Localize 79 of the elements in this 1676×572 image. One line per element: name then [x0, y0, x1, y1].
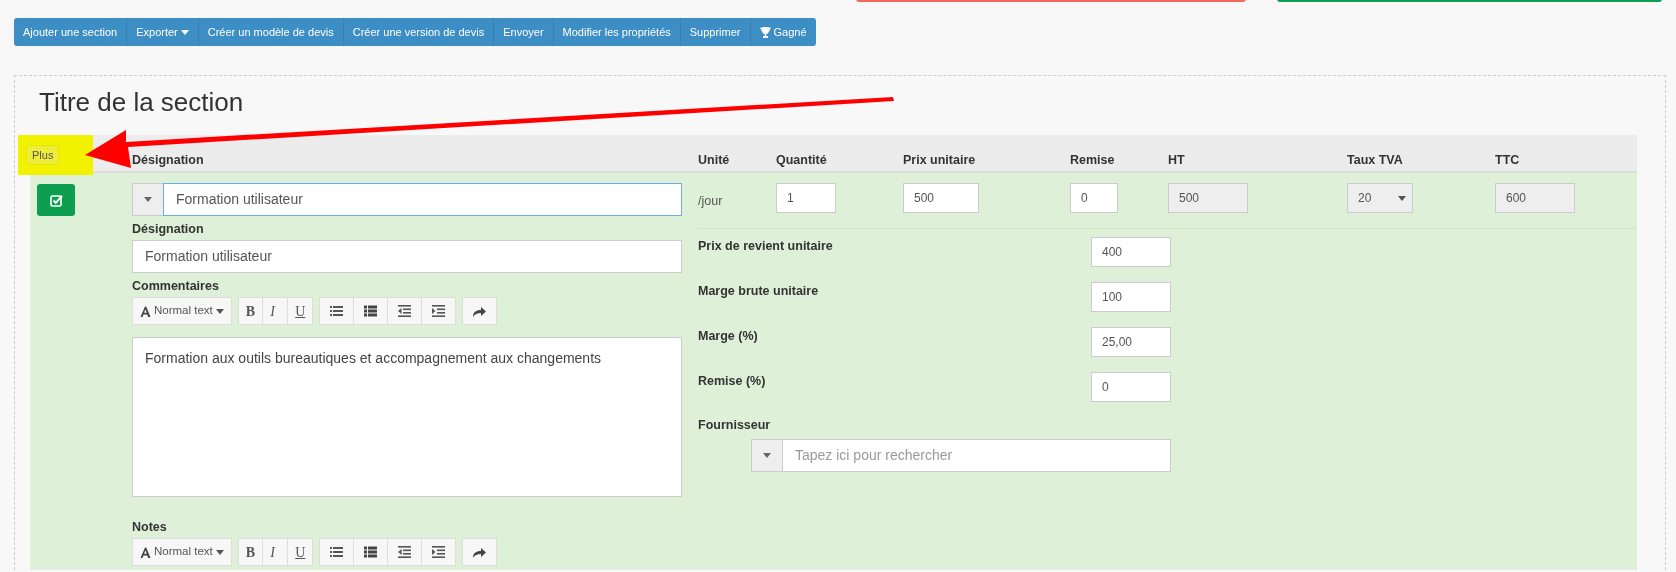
format-button[interactable]: I	[263, 538, 289, 566]
bulleted-list-icon	[364, 305, 378, 317]
toolbar-button[interactable]: Créer une version de devis	[343, 18, 495, 46]
list-icon	[330, 305, 344, 317]
list-icon	[330, 546, 344, 558]
toolbar-icon-button[interactable]	[388, 538, 423, 566]
field-label: Marge (%)	[698, 328, 759, 345]
toolbar-button[interactable]: Modifier les propriétés	[553, 18, 681, 46]
column-header: Taux TVA	[1347, 152, 1404, 170]
more-button[interactable]: Plus	[26, 144, 60, 166]
bulleted-list-icon	[364, 546, 378, 558]
toolbar-button[interactable]: Exporter	[127, 18, 199, 46]
toolbar-icon-button[interactable]	[462, 297, 498, 325]
toolbar-icon-button[interactable]	[388, 297, 423, 325]
caret-icon	[144, 197, 152, 202]
unit-price-field[interactable]: 500	[903, 183, 979, 213]
text-style-dropdown[interactable]: Normal text	[132, 297, 232, 325]
format-button[interactable]: I	[263, 297, 289, 325]
caret-icon	[763, 453, 771, 458]
column-header: Désignation	[132, 152, 205, 170]
outdent-icon	[398, 305, 412, 317]
comments-editor[interactable]: Formation aux outils bureautiques et accompagnement aux changements	[132, 337, 682, 497]
trophy-icon	[759, 26, 771, 38]
toolbar-button[interactable]: Gagné	[750, 18, 816, 46]
field-label: Marge brute unitaire	[698, 283, 820, 300]
toolbar-icon-button[interactable]	[319, 297, 355, 325]
discount-field[interactable]: 0	[1070, 183, 1118, 213]
indent-icon	[432, 546, 446, 558]
font-icon	[140, 305, 151, 317]
total-field: 500	[1168, 183, 1248, 213]
field-label: Commentaires	[132, 278, 220, 294]
section-title: Titre de la section	[39, 86, 245, 118]
font-icon	[140, 546, 151, 558]
caret-icon	[215, 549, 224, 555]
field-label: Désignation	[132, 221, 205, 237]
text-style-dropdown[interactable]: Normal text	[132, 538, 232, 566]
number-field[interactable]: 0	[1091, 372, 1171, 402]
toolbar-button[interactable]: Ajouter une section	[14, 18, 128, 46]
indent-icon	[432, 305, 446, 317]
column-header: Prix unitaire	[903, 152, 977, 170]
field-label: Prix de revient unitaire	[698, 238, 834, 255]
format-button[interactable]: B	[237, 538, 264, 566]
format-button[interactable]: U	[288, 297, 314, 325]
column-header: Unité	[698, 152, 731, 170]
format-button[interactable]: B	[237, 297, 264, 325]
column-header: TTC	[1495, 152, 1521, 170]
format-button[interactable]: U	[288, 538, 314, 566]
number-field[interactable]: 100	[1091, 282, 1171, 312]
toolbar-button[interactable]: Créer un modèle de devis	[198, 18, 344, 46]
field-label: Fournisseur	[698, 417, 772, 433]
share-icon	[473, 546, 487, 558]
unit-text: /jour	[698, 193, 724, 210]
share-icon	[473, 305, 487, 317]
column-header: HT	[1168, 152, 1186, 170]
column-header: Quantité	[776, 152, 828, 170]
caret-icon	[215, 308, 224, 314]
field-label: Notes	[132, 519, 168, 535]
checkbox-icon	[49, 193, 63, 207]
toolbar-icon-button[interactable]	[354, 297, 389, 325]
quantity-field[interactable]: 1	[776, 183, 836, 213]
toolbar-button[interactable]: Supprimer	[680, 18, 751, 46]
checkbox-button[interactable]	[37, 184, 75, 216]
designation-search-field[interactable]: Formation utilisateur	[163, 183, 682, 216]
field-label: Remise (%)	[698, 373, 767, 390]
designation-field[interactable]: Formation utilisateur	[132, 240, 682, 273]
number-field[interactable]: 400	[1091, 237, 1171, 267]
vat-select[interactable]: 20	[1347, 183, 1413, 213]
toolbar-icon-button[interactable]	[422, 538, 457, 566]
toolbar-button[interactable]: Envoyer	[494, 18, 554, 46]
toolbar-icon-button[interactable]	[319, 538, 355, 566]
toolbar-icon-button[interactable]	[354, 538, 389, 566]
outdent-icon	[398, 546, 412, 558]
column-header: Remise	[1070, 152, 1116, 170]
total-field: 600	[1495, 183, 1575, 213]
toolbar-icon-button[interactable]	[422, 297, 457, 325]
caret-icon	[1398, 195, 1406, 201]
number-field[interactable]: 25,00	[1091, 327, 1171, 357]
caret-icon	[180, 29, 189, 35]
toolbar-icon-button[interactable]	[462, 538, 498, 566]
